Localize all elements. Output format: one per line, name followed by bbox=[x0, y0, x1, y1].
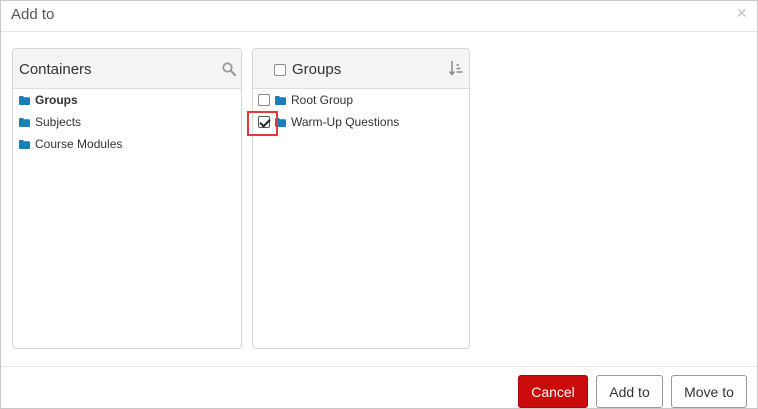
folder-icon bbox=[19, 95, 30, 105]
search-icon[interactable] bbox=[222, 62, 237, 81]
close-button[interactable]: × bbox=[736, 4, 747, 22]
container-item-groups[interactable]: Groups bbox=[19, 92, 78, 108]
group-item-label: Warm-Up Questions bbox=[291, 115, 400, 129]
group-item-label: Root Group bbox=[291, 93, 354, 107]
groups-panel-title: Groups bbox=[292, 61, 342, 78]
cancel-button[interactable]: Cancel bbox=[518, 375, 588, 408]
groups-panel-header: Groups bbox=[253, 49, 469, 89]
move-to-button[interactable]: Move to bbox=[671, 375, 747, 408]
sort-icon[interactable] bbox=[448, 60, 463, 81]
container-item-label: Subjects bbox=[35, 115, 82, 129]
dialog-header: Add to × bbox=[1, 1, 757, 32]
containers-panel-header: Containers bbox=[13, 49, 241, 89]
checkbox-highlight-annotation bbox=[247, 111, 278, 136]
container-item-label: Groups bbox=[35, 93, 78, 107]
add-to-button[interactable]: Add to bbox=[596, 375, 663, 408]
group-item-root-group[interactable]: Root Group bbox=[258, 92, 353, 108]
containers-panel-title: Containers bbox=[19, 61, 92, 78]
folder-icon bbox=[275, 95, 286, 105]
group-item-checkbox[interactable] bbox=[258, 94, 270, 106]
container-item-label: Course Modules bbox=[35, 137, 123, 151]
dialog-title: Add to bbox=[11, 6, 55, 23]
folder-icon bbox=[19, 117, 30, 127]
container-item-subjects[interactable]: Subjects bbox=[19, 114, 81, 130]
group-item-warm-up-questions[interactable]: Warm-Up Questions bbox=[258, 114, 399, 130]
container-item-course-modules[interactable]: Course Modules bbox=[19, 136, 122, 152]
folder-icon bbox=[19, 139, 30, 149]
add-to-dialog: Add to × Containers Groups Subjects Cour… bbox=[0, 0, 758, 409]
dialog-footer: Cancel Add to Move to bbox=[1, 366, 757, 408]
select-all-checkbox[interactable] bbox=[274, 64, 286, 76]
